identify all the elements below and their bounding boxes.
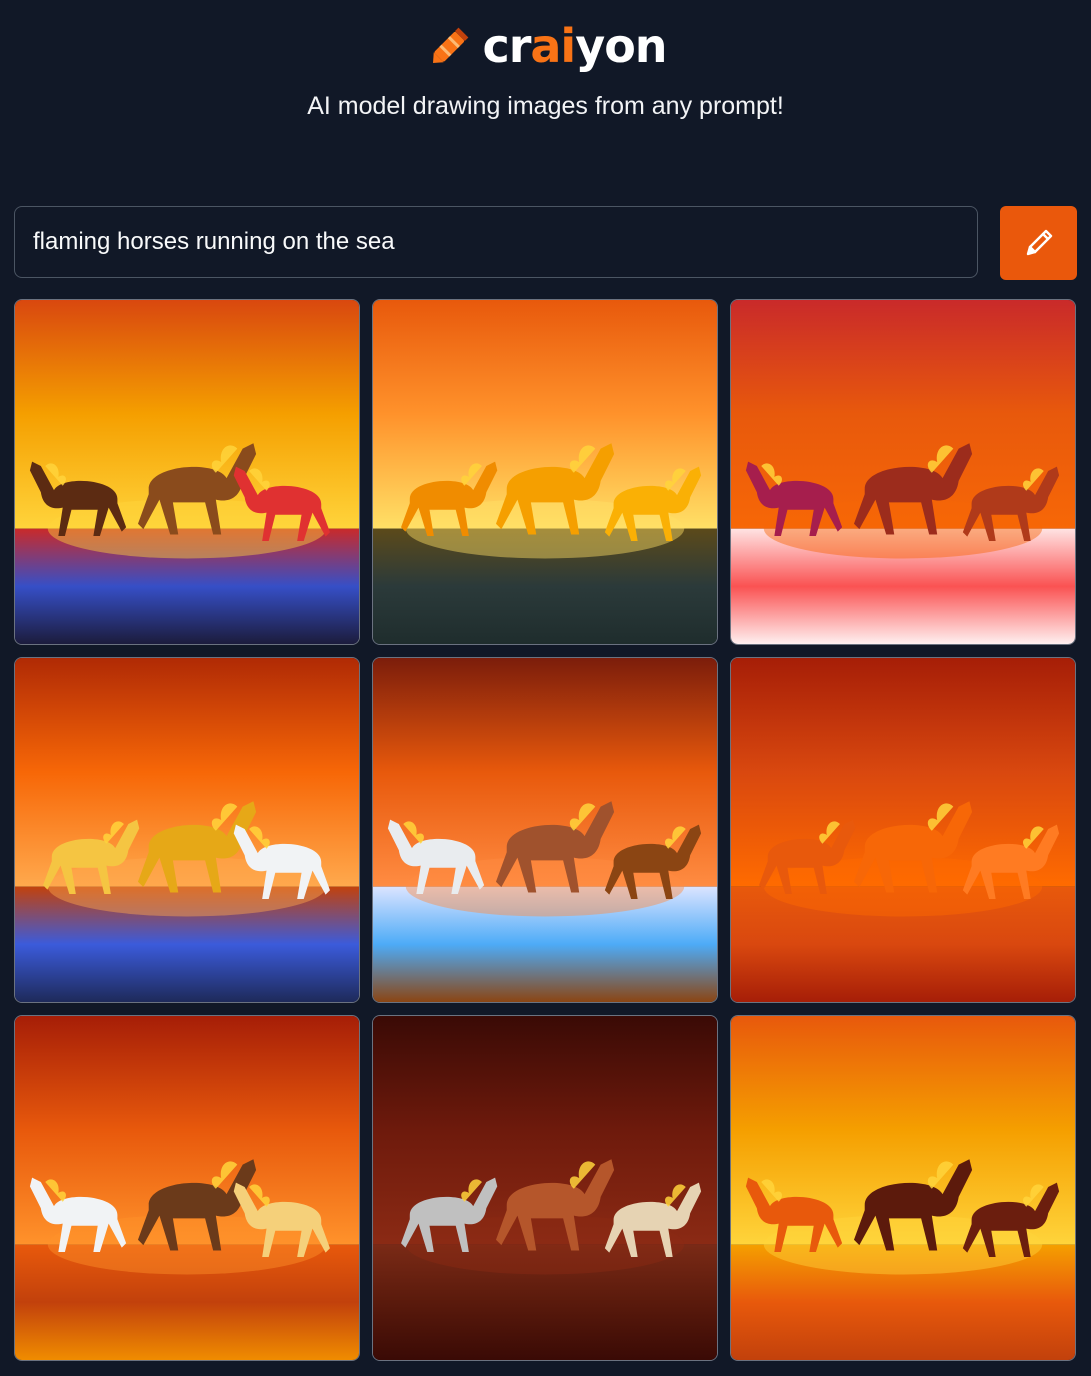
draw-button[interactable]: [1000, 206, 1077, 280]
logo-text-part2: yon: [575, 19, 667, 73]
logo-text-accent: ai: [530, 19, 576, 73]
result-image[interactable]: [372, 299, 718, 645]
crayon-icon: [433, 27, 469, 63]
result-image[interactable]: [730, 657, 1076, 1003]
logo-text-part1: cr: [482, 19, 531, 73]
results-grid: [14, 299, 1077, 1361]
result-image[interactable]: [730, 1015, 1076, 1361]
tagline: AI model drawing images from any prompt!: [307, 92, 784, 120]
result-image[interactable]: [14, 299, 360, 645]
result-image[interactable]: [730, 299, 1076, 645]
pencil-icon: [1026, 229, 1052, 256]
prompt-input[interactable]: flaming horses running on the sea: [14, 206, 978, 278]
page: craiyon AI model drawing images from any…: [0, 0, 1091, 1376]
result-image[interactable]: [372, 657, 718, 1003]
logo-text: craiyon: [482, 18, 667, 74]
result-image[interactable]: [372, 1015, 718, 1361]
logo[interactable]: craiyon: [0, 18, 1091, 74]
result-image[interactable]: [14, 1015, 360, 1361]
result-image[interactable]: [14, 657, 360, 1003]
